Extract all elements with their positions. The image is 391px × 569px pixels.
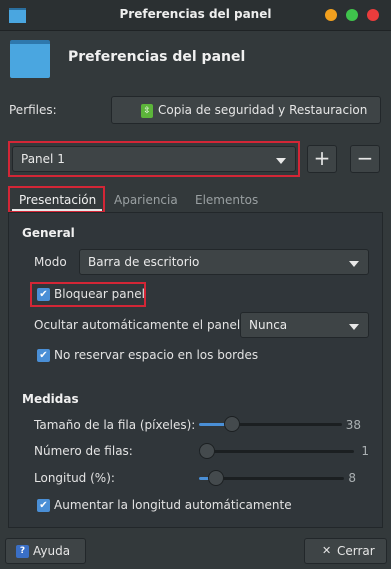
no-reserve-checkbox[interactable]: ✔ (37, 349, 50, 362)
close-label: Cerrar (337, 544, 375, 558)
autohide-select-value: Nunca (249, 318, 288, 332)
rows-slider-thumb[interactable] (199, 443, 215, 459)
maximize-button[interactable] (346, 9, 358, 21)
header-title: Preferencias del panel (68, 49, 246, 65)
add-panel-button[interactable]: + (307, 145, 337, 173)
tab-elements[interactable]: Elementos (195, 193, 258, 207)
backup-icon: ⇳ (141, 104, 153, 118)
close-button[interactable]: ✕ Cerrar (304, 538, 387, 564)
no-reserve-label[interactable]: No reservar espacio en los bordes (54, 348, 258, 362)
rows-slider[interactable] (199, 450, 354, 453)
minimize-button[interactable] (325, 9, 337, 21)
row-size-value: 38 (345, 418, 361, 432)
tab-appearance[interactable]: Apariencia (114, 193, 178, 207)
chevron-down-icon (349, 261, 359, 267)
active-tab-indicator (12, 209, 102, 211)
help-button[interactable]: ? Ayuda (5, 538, 86, 564)
auto-length-checkbox[interactable]: ✔ (37, 499, 50, 512)
help-label: Ayuda (33, 544, 71, 558)
length-slider-thumb[interactable] (208, 470, 225, 486)
row-size-label: Tamaño de la fila (píxeles): (34, 418, 196, 432)
lock-panel-checkbox[interactable]: ✔ (37, 288, 50, 301)
auto-length-label[interactable]: Aumentar la longitud automáticamente (54, 498, 292, 512)
chevron-down-icon (276, 158, 286, 164)
backup-restore-button[interactable]: ⇳ Copia de seguridad y Restauracion (111, 96, 381, 124)
length-label: Longitud (%): (34, 471, 115, 485)
panel-select[interactable]: Panel 1 (12, 146, 296, 172)
close-window-button[interactable] (367, 9, 379, 21)
mode-select-value: Barra de escritorio (88, 255, 200, 269)
autohide-label: Ocultar automáticamente el panel: (34, 318, 245, 332)
general-heading: General (22, 226, 75, 240)
help-icon: ? (16, 545, 29, 558)
title-bar: Preferencias del panel (0, 0, 391, 31)
chevron-down-icon (349, 324, 359, 330)
length-value: 8 (348, 471, 356, 485)
panel-preferences-icon (10, 40, 50, 78)
measures-heading: Medidas (22, 392, 79, 406)
tab-presentation[interactable]: Presentación (19, 193, 96, 207)
backup-restore-label: Copia de seguridad y Restauracion (158, 103, 368, 117)
mode-label: Modo (34, 255, 67, 269)
lock-panel-label[interactable]: Bloquear panel (54, 287, 145, 301)
rows-value: 1 (361, 444, 369, 458)
mode-select[interactable]: Barra de escritorio (79, 249, 369, 275)
remove-panel-button[interactable]: − (350, 145, 380, 173)
close-icon: ✕ (322, 544, 332, 557)
profiles-label: Perfiles: (9, 103, 57, 117)
autohide-select[interactable]: Nunca (240, 312, 369, 338)
rows-label: Número de filas: (34, 444, 133, 458)
panel-select-value: Panel 1 (21, 152, 65, 166)
